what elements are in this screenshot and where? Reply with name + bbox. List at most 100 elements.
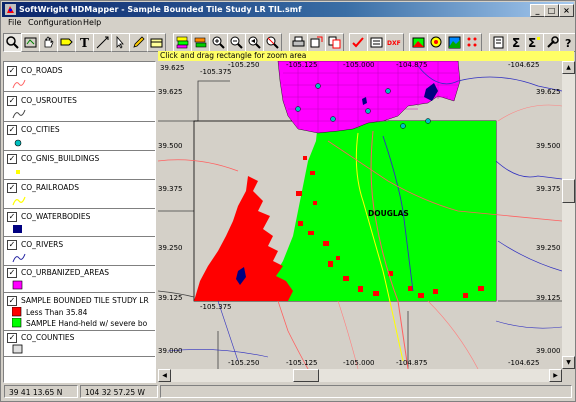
urbanized-checkbox[interactable]: ✓ bbox=[7, 268, 17, 278]
legend-divider bbox=[4, 356, 155, 357]
layers-toggle-button[interactable] bbox=[191, 33, 210, 52]
zoom-prev-icon bbox=[248, 36, 261, 49]
lon-tick-top: -105.250 bbox=[228, 61, 259, 69]
horizontal-scrollbar[interactable]: ◀ ▶ bbox=[158, 369, 562, 382]
measure-button[interactable] bbox=[93, 33, 112, 52]
svg-text:?: ? bbox=[565, 37, 571, 50]
scroll-left-button[interactable]: ◀ bbox=[158, 369, 171, 382]
study-icon bbox=[412, 37, 425, 48]
lon-tick-top: -104.875 bbox=[396, 61, 427, 69]
zoom-clear-button[interactable] bbox=[263, 33, 282, 52]
window-title: SoftWright HDMapper - Sample Bounded Til… bbox=[19, 5, 302, 14]
legend-label: CO_COUNTIES bbox=[21, 333, 75, 342]
lon-tick-bottom: -105.250 bbox=[228, 359, 259, 367]
lon-tick-bottom: -105.000 bbox=[343, 359, 374, 367]
legend-divider bbox=[4, 179, 155, 180]
zoom-clear-icon bbox=[266, 36, 279, 49]
scroll-up-button[interactable]: ▲ bbox=[562, 61, 575, 74]
lon-tick-top-left: -105.375 bbox=[200, 68, 231, 76]
help-button[interactable]: ? bbox=[559, 33, 575, 52]
railroads-checkbox[interactable]: ✓ bbox=[7, 183, 17, 193]
edit-layer-button[interactable] bbox=[349, 33, 368, 52]
copy-button[interactable] bbox=[325, 33, 344, 52]
legend-divider bbox=[4, 121, 155, 122]
lon-tick-bottom: -104.875 bbox=[396, 359, 427, 367]
svg-text:Σ: Σ bbox=[528, 36, 536, 50]
export-button[interactable] bbox=[307, 33, 326, 52]
zoom-in-icon bbox=[212, 36, 225, 49]
menu-file[interactable]: File bbox=[8, 18, 21, 27]
report-button[interactable] bbox=[489, 33, 508, 52]
legend-label: SAMPLE BOUNDED TILE STUDY LR bbox=[21, 296, 149, 305]
lat-tick-right: 39.500 bbox=[536, 142, 561, 150]
lat-tick-left: 39.625 bbox=[158, 88, 183, 96]
scroll-down-button[interactable]: ▼ bbox=[562, 356, 575, 369]
terrain-button[interactable] bbox=[445, 33, 464, 52]
zoom-layers-button[interactable] bbox=[173, 33, 192, 52]
points-button[interactable] bbox=[463, 33, 482, 52]
help-icon: ? bbox=[565, 37, 571, 50]
zoom-rect-button[interactable] bbox=[3, 33, 22, 52]
dxf-button[interactable]: DXF bbox=[385, 33, 404, 52]
properties-icon bbox=[370, 37, 383, 48]
vertical-scrollbar[interactable]: ▲ ▼ bbox=[562, 61, 575, 369]
sum-button[interactable]: Σ bbox=[507, 33, 526, 52]
legend-divider bbox=[4, 150, 155, 151]
counties-checkbox[interactable]: ✓ bbox=[7, 333, 17, 343]
rivers-symbol-icon bbox=[12, 253, 26, 263]
cities-checkbox[interactable]: ✓ bbox=[7, 125, 17, 135]
zoom-in-button[interactable] bbox=[209, 33, 228, 52]
sum-detail-button[interactable]: Σ bbox=[525, 33, 544, 52]
study-checkbox[interactable]: ✓ bbox=[7, 296, 17, 306]
waterbodies-checkbox[interactable]: ✓ bbox=[7, 212, 17, 222]
zoom-previous-button[interactable] bbox=[245, 33, 264, 52]
close-button[interactable]: × bbox=[559, 4, 574, 17]
text-icon: T bbox=[80, 36, 89, 50]
map-canvas[interactable]: 39.625 -105.375 -105.250 -105.125 -105.0… bbox=[158, 61, 562, 369]
roads-symbol-icon bbox=[12, 79, 26, 89]
menu-help[interactable]: Help bbox=[83, 18, 101, 27]
zoom-full-button[interactable] bbox=[21, 33, 40, 52]
edit-button[interactable] bbox=[129, 33, 148, 52]
scroll-right-button[interactable]: ▶ bbox=[549, 369, 562, 382]
properties-button[interactable] bbox=[367, 33, 386, 52]
status-longitude: 104 32 57.25 W bbox=[80, 385, 158, 398]
scroll-thumb[interactable] bbox=[562, 179, 575, 203]
measure-icon bbox=[96, 36, 109, 49]
app-icon bbox=[5, 4, 16, 15]
usroutes-symbol-icon bbox=[12, 109, 26, 119]
lat-tick-left: 39.375 bbox=[158, 185, 183, 193]
study-button[interactable] bbox=[409, 33, 428, 52]
layer-icon bbox=[150, 38, 163, 48]
coverage-button[interactable] bbox=[427, 33, 446, 52]
green-swatch-icon bbox=[12, 318, 22, 328]
lat-tick-left: 39.125 bbox=[158, 294, 183, 302]
railroads-symbol-icon bbox=[12, 196, 26, 206]
hscroll-thumb[interactable] bbox=[293, 369, 319, 382]
sigma-detail-icon: Σ bbox=[528, 36, 540, 50]
text-button[interactable]: T bbox=[75, 33, 94, 52]
usroutes-checkbox[interactable]: ✓ bbox=[7, 96, 17, 106]
maximize-button[interactable]: □ bbox=[544, 4, 559, 17]
layer-button[interactable] bbox=[147, 33, 166, 52]
gnis-checkbox[interactable]: ✓ bbox=[7, 154, 17, 164]
legend-divider bbox=[4, 330, 155, 331]
pan-button[interactable] bbox=[39, 33, 58, 52]
print-button[interactable] bbox=[289, 33, 308, 52]
label-button[interactable] bbox=[57, 33, 76, 52]
lat-tick-right: 39.125 bbox=[536, 294, 561, 302]
minimize-button[interactable]: _ bbox=[530, 4, 545, 17]
hand-icon bbox=[44, 36, 54, 48]
waterbodies-symbol-icon bbox=[13, 225, 22, 233]
stack2-icon bbox=[194, 37, 207, 48]
lat-tick-top-left: 39.625 bbox=[160, 64, 185, 72]
menu-configuration[interactable]: Configuration bbox=[28, 18, 82, 27]
menu-bar: File Configuration Help bbox=[2, 17, 574, 31]
zoom-out-button[interactable] bbox=[227, 33, 246, 52]
select-button[interactable] bbox=[111, 33, 130, 52]
zoom-all-icon bbox=[24, 37, 37, 48]
map-svg[interactable]: 39.625 -105.375 -105.250 -105.125 -105.0… bbox=[158, 61, 562, 369]
roads-checkbox[interactable]: ✓ bbox=[7, 66, 17, 76]
rivers-checkbox[interactable]: ✓ bbox=[7, 240, 17, 250]
gnis-symbol-icon bbox=[16, 170, 20, 174]
